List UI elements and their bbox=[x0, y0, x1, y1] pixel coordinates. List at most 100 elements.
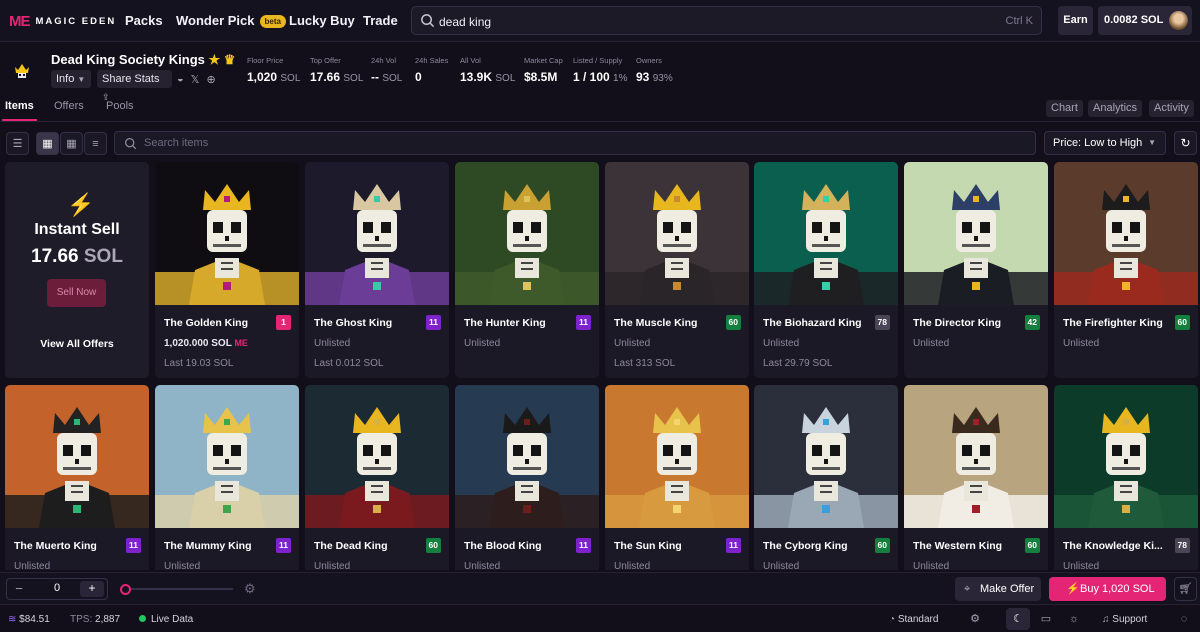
item-name: The Muscle King bbox=[614, 317, 698, 329]
item-card[interactable]: The Director King 42 Unlisted bbox=[904, 162, 1048, 378]
social-links: ◒ 𝕏 ⊕ bbox=[177, 73, 216, 86]
item-price-value: Unlisted bbox=[464, 561, 501, 570]
decrement-button[interactable]: − bbox=[7, 579, 31, 599]
tab-activity[interactable]: Activity bbox=[1149, 100, 1194, 117]
tab-offers[interactable]: Offers bbox=[54, 100, 84, 112]
item-card[interactable]: The Golden King 1 1,020.000 SOL ME Last 19.… bbox=[155, 162, 299, 378]
item-card[interactable]: The Cyborg King 60 Unlisted bbox=[754, 385, 898, 570]
sort-dropdown[interactable]: Price: Low to High ▼ bbox=[1044, 131, 1166, 155]
nav-wonder-pick[interactable]: Wonder Pick beta bbox=[176, 13, 286, 28]
rarity-rank-badge: 60 bbox=[425, 538, 441, 553]
filter-toggle-button[interactable]: ☰ bbox=[6, 132, 29, 155]
live-dot-icon bbox=[139, 615, 146, 622]
sun-icon[interactable]: ☼ bbox=[1062, 608, 1086, 630]
tab-chart[interactable]: Chart bbox=[1046, 100, 1083, 117]
info-dropdown[interactable]: Info ▼ bbox=[51, 70, 91, 88]
item-price: Unlisted bbox=[1063, 561, 1099, 570]
x-icon[interactable]: 𝕏 bbox=[191, 73, 200, 86]
nav-trade[interactable]: Trade bbox=[363, 13, 398, 28]
nft-image[interactable] bbox=[155, 162, 299, 305]
item-card[interactable]: The Ghost King 11 Unlisted Last 0.012 SOL bbox=[305, 162, 449, 378]
discord-icon[interactable]: ◒ bbox=[177, 73, 184, 86]
refresh-button[interactable]: ↻ bbox=[1174, 131, 1197, 155]
tab-items[interactable]: Items bbox=[2, 100, 37, 121]
item-card[interactable]: The Blood King 11 Unlisted bbox=[455, 385, 599, 570]
item-card[interactable]: The Muerto King 11 Unlisted bbox=[5, 385, 149, 570]
nft-image[interactable] bbox=[5, 385, 149, 528]
search-input[interactable]: dead king bbox=[439, 15, 491, 29]
share-stats-button[interactable]: Share Stats ⇪ bbox=[97, 70, 172, 102]
global-search[interactable]: dead king Ctrl K bbox=[411, 6, 1042, 35]
nav-packs[interactable]: Packs bbox=[125, 13, 163, 28]
quantity-slider[interactable] bbox=[120, 584, 234, 595]
grid-small-view-button[interactable]: ▦ bbox=[60, 132, 83, 155]
instant-sell-amount: 17.66 SOL bbox=[5, 246, 149, 268]
chat-icon[interactable]: ◌ bbox=[1172, 608, 1196, 630]
items-search[interactable]: Search items bbox=[114, 131, 1036, 155]
skull-king-art bbox=[305, 385, 449, 528]
item-price-value: Unlisted bbox=[314, 338, 351, 349]
tps-value: 2,887 bbox=[95, 614, 121, 625]
nft-image[interactable] bbox=[455, 385, 599, 528]
nft-image[interactable] bbox=[904, 385, 1048, 528]
buy-button[interactable]: ⚡ Buy 1,020 SOL bbox=[1049, 577, 1166, 601]
item-card[interactable]: The Muscle King 60 Unlisted Last 313 SOL bbox=[605, 162, 749, 378]
stat-unit: SOL bbox=[343, 73, 364, 84]
increment-button[interactable]: + bbox=[80, 581, 104, 597]
view-all-offers-link[interactable]: View All Offers bbox=[5, 338, 149, 350]
item-card[interactable]: The Firefighter King 60 Unlisted bbox=[1054, 162, 1198, 378]
nft-image[interactable] bbox=[904, 162, 1048, 305]
settings-gear-icon[interactable]: ⚙ bbox=[963, 608, 987, 630]
items-grid: ⚡ Instant Sell 17.66 SOL Sell Now View A… bbox=[5, 162, 1200, 570]
list-view-button[interactable]: ≡ bbox=[84, 132, 107, 155]
slider-thumb[interactable] bbox=[120, 584, 131, 595]
support-link[interactable]: ♫ Support bbox=[1102, 614, 1147, 625]
nft-image[interactable] bbox=[1054, 385, 1198, 528]
item-card[interactable]: The Sun King 11 Unlisted bbox=[605, 385, 749, 570]
tab-pools[interactable]: Pools bbox=[106, 100, 134, 112]
tab-analytics[interactable]: Analytics bbox=[1088, 100, 1143, 117]
item-last-sale: Last 29.79 SOL bbox=[763, 358, 833, 369]
rarity-rank-badge: 60 bbox=[874, 538, 890, 553]
nft-image[interactable] bbox=[754, 162, 898, 305]
mode-icon: ◔ bbox=[889, 614, 896, 625]
item-card[interactable]: The Dead King 60 Unlisted bbox=[305, 385, 449, 570]
grid-large-view-button[interactable]: ▦ bbox=[36, 132, 59, 155]
earn-button[interactable]: Earn bbox=[1058, 6, 1093, 35]
stat-unit: 93% bbox=[652, 73, 673, 84]
logo-wordmark: MAGIC EDEN bbox=[35, 16, 117, 27]
globe-icon[interactable]: ⊕ bbox=[207, 73, 216, 86]
nft-image[interactable] bbox=[305, 162, 449, 305]
item-card[interactable]: The Knowledge Ki... 78 Unlisted bbox=[1054, 385, 1198, 570]
moon-icon[interactable]: ☾ bbox=[1006, 608, 1030, 630]
quantity-input[interactable]: 0 bbox=[45, 582, 69, 594]
nft-image[interactable] bbox=[754, 385, 898, 528]
magic-eden-logo[interactable]: ME MAGIC EDEN bbox=[9, 13, 116, 30]
item-card[interactable]: The Biohazard King 78 Unlisted Last 29.79 S… bbox=[754, 162, 898, 378]
search-icon bbox=[421, 14, 435, 28]
top-nav: ME MAGIC EDEN Packs Wonder Pick beta Luck… bbox=[0, 0, 1200, 42]
settings-gear-icon[interactable]: ⚙ bbox=[244, 581, 256, 597]
wallet-button[interactable]: 0.0082 SOL bbox=[1098, 6, 1192, 35]
favorite-star-icon[interactable]: ★ bbox=[209, 52, 221, 67]
nft-image[interactable] bbox=[305, 385, 449, 528]
nft-image[interactable] bbox=[155, 385, 299, 528]
item-card[interactable]: The Hunter King 11 Unlisted bbox=[455, 162, 599, 378]
items-search-input[interactable]: Search items bbox=[144, 137, 208, 149]
nft-image[interactable] bbox=[605, 162, 749, 305]
nav-lucky-buy[interactable]: Lucky Buy bbox=[289, 13, 355, 28]
sell-now-button[interactable]: Sell Now bbox=[47, 279, 106, 307]
info-label: Info bbox=[56, 73, 75, 85]
nft-image[interactable] bbox=[605, 385, 749, 528]
nft-image[interactable] bbox=[455, 162, 599, 305]
item-card[interactable]: The Western King 60 Unlisted bbox=[904, 385, 1048, 570]
make-offer-button[interactable]: ⌖ Make Offer bbox=[955, 577, 1041, 601]
item-card[interactable]: The Mummy King 11 Unlisted bbox=[155, 385, 299, 570]
item-last-sale: Last 0.012 SOL bbox=[314, 358, 384, 369]
cart-icon[interactable]: 🛒︎ bbox=[1174, 577, 1197, 601]
item-name: The Director King bbox=[913, 317, 1002, 329]
standard-mode-toggle[interactable]: ◔ Standard bbox=[889, 614, 938, 625]
nft-image[interactable] bbox=[1054, 162, 1198, 305]
monitor-icon[interactable]: ▭ bbox=[1034, 608, 1058, 630]
list-icon: ≡ bbox=[92, 137, 99, 150]
